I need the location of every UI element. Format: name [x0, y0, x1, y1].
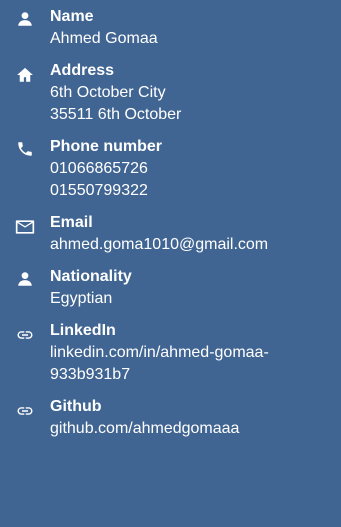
phone-icon: [0, 136, 50, 158]
person-icon: [0, 266, 50, 288]
contact-entry-phone: Phone number 01066865726 01550799322: [0, 136, 341, 202]
phone-label: Phone number: [50, 138, 163, 155]
person-icon: [0, 6, 50, 28]
contact-entry-linkedin-text: LinkedIn linkedin.com/in/ahmed-gomaa-933…: [50, 320, 341, 386]
phone-value-2[interactable]: 01550799322: [50, 180, 341, 202]
contact-entry-linkedin: LinkedIn linkedin.com/in/ahmed-gomaa-933…: [0, 320, 341, 386]
mail-icon: [0, 212, 50, 236]
link-icon: [0, 396, 50, 420]
nationality-label: Nationality: [50, 268, 132, 285]
linkedin-label: LinkedIn: [50, 322, 116, 339]
contact-entry-nationality: Nationality Egyptian: [0, 266, 341, 310]
contact-entry-address: Address 6th October City 35511 6th Octob…: [0, 60, 341, 126]
address-label: Address: [50, 62, 115, 79]
github-link[interactable]: github.com/ahmedgomaaa: [50, 418, 341, 440]
contact-entry-email: Email ahmed.goma1010@gmail.com: [0, 212, 341, 256]
nationality-value: Egyptian: [50, 290, 113, 307]
github-label: Github: [50, 398, 102, 415]
contact-entry-github: Github github.com/ahmedgomaaa: [0, 396, 341, 440]
email-value[interactable]: ahmed.goma1010@gmail.com: [50, 234, 341, 256]
contact-entry-address-text: Address 6th October City 35511 6th Octob…: [50, 60, 341, 126]
name-label: Name: [50, 8, 94, 25]
contact-entry-github-text: Github github.com/ahmedgomaaa: [50, 396, 341, 440]
name-value: Ahmed Gomaa: [50, 30, 158, 47]
contact-entry-nationality-text: Nationality Egyptian: [50, 266, 341, 310]
contact-panel: Name Ahmed Gomaa Address 6th October Cit…: [0, 0, 341, 527]
link-icon: [0, 320, 50, 344]
phone-value-1[interactable]: 01066865726: [50, 158, 341, 180]
linkedin-link[interactable]: linkedin.com/in/ahmed-gomaa-933b931b7: [50, 342, 341, 386]
home-icon: [0, 60, 50, 84]
contact-entry-name: Name Ahmed Gomaa: [0, 6, 341, 50]
email-label: Email: [50, 214, 93, 231]
contact-entry-email-text: Email ahmed.goma1010@gmail.com: [50, 212, 341, 256]
address-line-2: 35511 6th October: [50, 106, 182, 123]
contact-entry-phone-text: Phone number 01066865726 01550799322: [50, 136, 341, 202]
contact-entry-name-text: Name Ahmed Gomaa: [50, 6, 341, 50]
address-line-1: 6th October City: [50, 84, 166, 101]
